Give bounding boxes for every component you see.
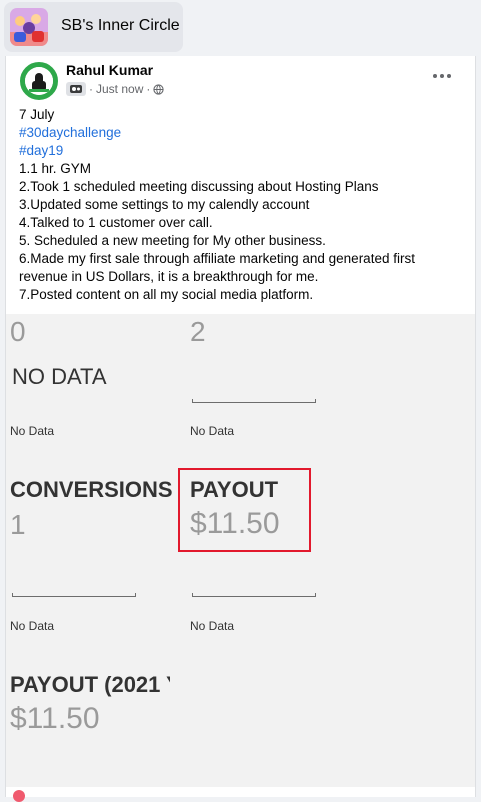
post-date-line: 7 July [19,107,55,122]
post-meta: · Just now · [66,81,164,97]
payout-value: $11.50 [190,507,280,540]
author-name[interactable]: Rahul Kumar [66,62,153,78]
group-cover-thumbnail [10,8,48,46]
post-line: 5. Scheduled a new meeting for My other … [19,233,326,248]
post-line: revenue in US Dollars, it is a breakthro… [19,269,319,284]
chart-axis [192,590,316,597]
post-card: Rahul Kumar · Just now · 7 July #30daych [5,56,476,797]
group-header: SB's Inner Circle [0,0,481,56]
no-data-heading: NO DATA [12,364,107,389]
stat-value-right: 2 [190,316,207,347]
no-data-label: No Data [190,424,235,438]
payout-year-title: PAYOUT (2021 Y [10,672,170,697]
conversions-value: 1 [10,509,27,540]
no-data-label: No Data [10,619,55,633]
hashtag-day19[interactable]: #day19 [19,142,469,160]
no-data-label: No Data [190,619,235,633]
group-name: SB's Inner Circle [61,17,180,34]
no-data-label: No Data [10,424,55,438]
post-line: 3.Updated some settings to my calendly a… [19,197,310,212]
globe-icon [153,83,164,95]
chart-axis [12,590,136,597]
post-line: 7.Posted content on all my social media … [19,287,314,302]
author-avatar[interactable] [20,62,58,100]
meta-separator: · [146,82,151,96]
payout-year-value: $11.50 [10,702,100,735]
meta-separator: · [89,82,93,96]
conversions-title: CONVERSIONS [10,477,173,502]
post-line: 1.1 hr. GYM [19,161,92,176]
stat-value-left: 0 [10,316,27,347]
post-timestamp[interactable]: Just now [96,82,143,96]
post-image-stats[interactable]: 0 2 NO DATA No Data No Data CONVERSIONS … [6,314,475,787]
post-text: 7 July #30daychallenge #day19 1.1 hr. GY… [19,106,469,304]
payout-title: PAYOUT [190,477,279,502]
group-member-icon [66,82,86,96]
chart-axis [192,396,316,403]
next-post-avatar [13,790,25,802]
more-options-icon[interactable] [430,64,454,88]
group-shortcut[interactable]: SB's Inner Circle [4,2,183,52]
post-line: 6.Made my first sale through affiliate m… [19,251,415,266]
post-line: 2.Took 1 scheduled meeting discussing ab… [19,179,379,194]
hashtag-30daychallenge[interactable]: #30daychallenge [19,124,469,142]
post-line: 4.Talked to 1 customer over call. [19,215,213,230]
